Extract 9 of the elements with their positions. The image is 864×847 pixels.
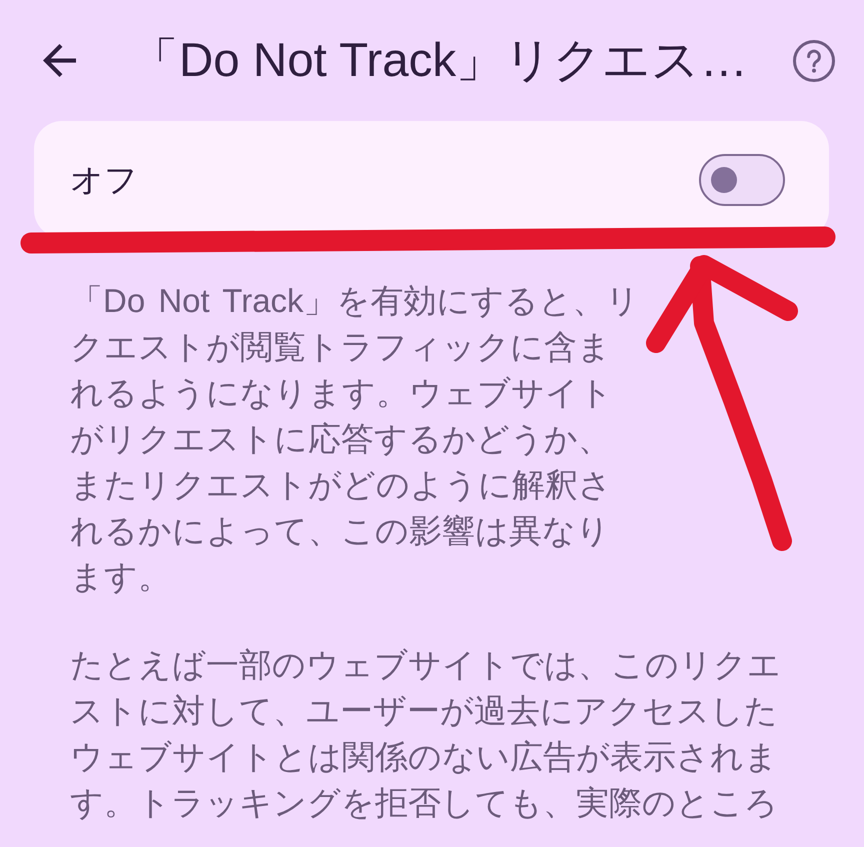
- help-icon: [793, 40, 835, 82]
- help-button[interactable]: [793, 40, 835, 82]
- description-paragraph: たとえば一部のウェブサイトでは、このリクエストに対して、ユーザーが過去にアクセスしたウェブサイトとは関係のない広告が表示されます。トラッキングを拒否しても、実際のところ: [70, 645, 782, 823]
- description-paragraph: 「Do Not Track」を有効にすると、リクエストが閲覧トラフィックに含まれるようになります。ウェブサイトがリクエストに応答するかどうか、またリクエストがどのように解釈されるかによって、この影響は異なります。: [70, 281, 640, 597]
- page-title: 「Do Not Track」リクエス…: [131, 33, 749, 89]
- back-arrow-icon: [43, 44, 76, 77]
- toggle-label: オフ: [70, 160, 138, 200]
- back-button[interactable]: [43, 44, 76, 77]
- toggle-switch[interactable]: [699, 154, 785, 206]
